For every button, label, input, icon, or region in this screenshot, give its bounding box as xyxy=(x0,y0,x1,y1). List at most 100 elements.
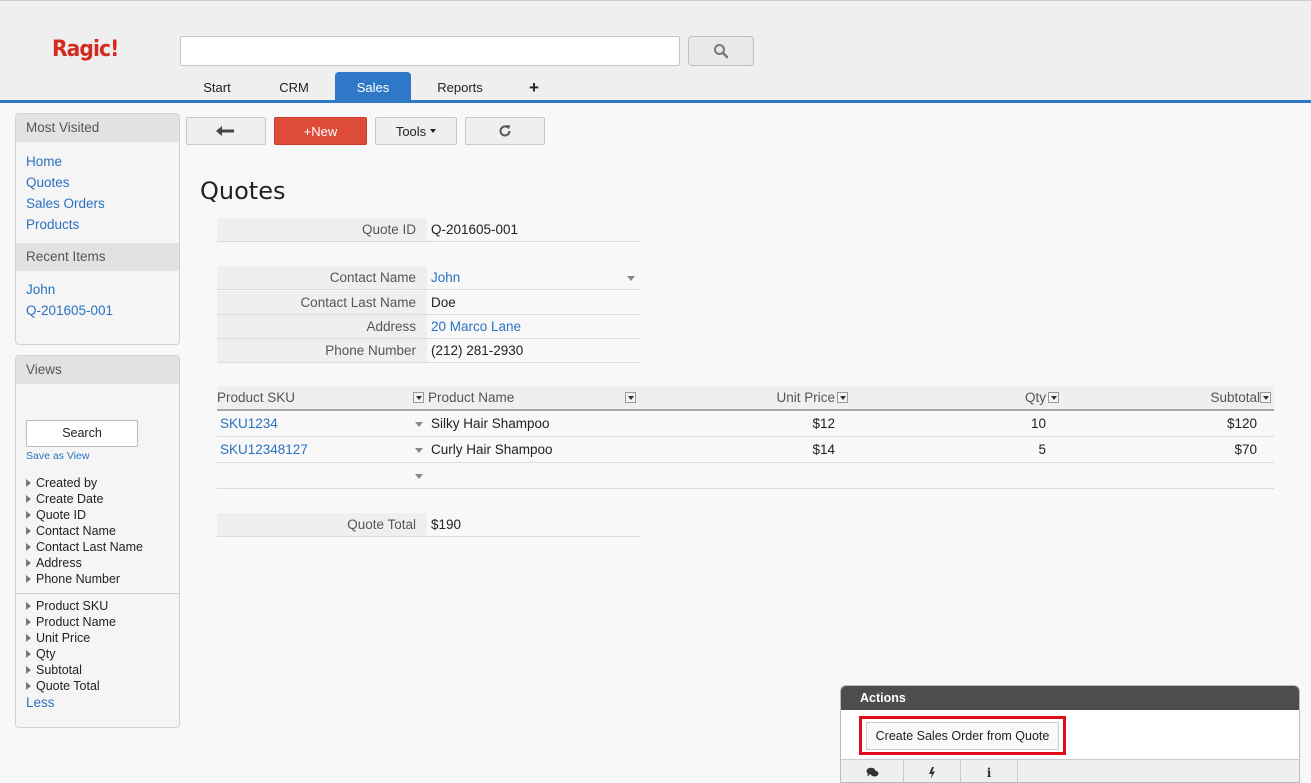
header: Ragic! Start CRM Sales Reports + xyxy=(0,0,1311,103)
save-as-view-link[interactable]: Save as View xyxy=(26,450,89,462)
create-sales-order-highlight: Create Sales Order from Quote xyxy=(859,716,1066,755)
view-field-item[interactable]: Unit Price xyxy=(16,630,179,646)
filter-icon[interactable] xyxy=(1048,392,1059,403)
tab-start[interactable]: Start xyxy=(187,72,247,103)
subtotal-cell[interactable]: $70 xyxy=(1234,442,1257,457)
info-icon: i xyxy=(986,765,992,780)
phone-number-value[interactable]: (212) 281-2930 xyxy=(431,339,523,362)
refresh-icon xyxy=(499,125,511,137)
sidebar-link-products[interactable]: Products xyxy=(16,214,179,235)
view-field-item[interactable]: Quote Total xyxy=(16,678,179,694)
qty-cell[interactable]: 5 xyxy=(1038,442,1046,457)
recent-items-heading: Recent Items xyxy=(16,243,179,271)
product-subtable: Product SKU Product Name Unit Price Qty … xyxy=(217,386,1274,489)
contact-last-name-row: Contact Last Name Doe xyxy=(217,291,640,315)
view-field-item[interactable]: Product SKU xyxy=(16,598,179,614)
unit-price-cell[interactable]: $14 xyxy=(812,442,835,457)
add-tab-button[interactable]: + xyxy=(520,72,548,103)
search-input[interactable] xyxy=(180,36,680,66)
contact-name-row: Contact Name John xyxy=(217,266,640,290)
contact-name-dropdown-icon[interactable] xyxy=(627,276,635,281)
tab-crm[interactable]: CRM xyxy=(264,72,324,103)
caret-down-icon xyxy=(430,129,437,133)
sku-cell[interactable]: SKU1234 xyxy=(220,416,278,431)
col-header-sku: Product SKU xyxy=(217,390,296,405)
view-field-item[interactable]: Quote ID xyxy=(16,507,179,523)
views-heading: Views xyxy=(16,356,179,384)
subtotal-cell[interactable]: $120 xyxy=(1227,416,1257,431)
quote-id-row: Quote ID Q-201605-001 xyxy=(217,218,640,242)
qty-cell[interactable]: 10 xyxy=(1031,416,1046,431)
back-button[interactable] xyxy=(186,117,266,145)
product-name-cell[interactable]: Curly Hair Shampoo xyxy=(431,442,553,457)
info-button[interactable]: i xyxy=(961,760,1018,782)
quote-total-row: Quote Total $190 xyxy=(217,513,640,537)
view-field-item[interactable]: Phone Number xyxy=(16,571,179,587)
sidebar-views-panel: Views Search Save as View Created by Cre… xyxy=(15,355,180,728)
view-fields-group-1: Created by Create Date Quote ID Contact … xyxy=(16,475,179,587)
comments-button[interactable] xyxy=(841,760,904,782)
page-title: Quotes xyxy=(200,177,286,205)
back-arrow-icon xyxy=(216,126,234,136)
contact-name-value[interactable]: John xyxy=(431,266,460,289)
view-field-item[interactable]: Contact Last Name xyxy=(16,539,179,555)
filter-icon[interactable] xyxy=(1260,392,1271,403)
actions-bolt-button[interactable] xyxy=(904,760,961,782)
subtable-header: Product SKU Product Name Unit Price Qty … xyxy=(217,386,1274,411)
address-label: Address xyxy=(217,315,427,338)
product-name-cell[interactable]: Silky Hair Shampoo xyxy=(431,416,550,431)
sku-dropdown-icon[interactable] xyxy=(415,474,423,479)
filter-icon[interactable] xyxy=(837,392,848,403)
table-row-empty xyxy=(217,463,1274,489)
unit-price-cell[interactable]: $12 xyxy=(812,416,835,431)
quote-total-value: $190 xyxy=(431,517,462,532)
view-fields-divider xyxy=(16,593,179,594)
refresh-button[interactable] xyxy=(465,117,545,145)
view-field-item[interactable]: Subtotal xyxy=(16,662,179,678)
phone-number-label: Phone Number xyxy=(217,339,427,362)
most-visited-heading: Most Visited xyxy=(16,114,179,142)
table-row: SKU12348127 Curly Hair Shampoo $14 5 $70 xyxy=(217,437,1274,463)
actions-heading: Actions xyxy=(841,686,1299,710)
views-search-button[interactable]: Search xyxy=(26,420,138,447)
sidebar-link-quotes[interactable]: Quotes xyxy=(16,172,179,193)
tab-reports[interactable]: Reports xyxy=(425,72,495,103)
sku-dropdown-icon[interactable] xyxy=(415,422,423,427)
tab-sales[interactable]: Sales xyxy=(335,72,411,103)
search-button[interactable] xyxy=(688,36,754,66)
quote-total-label: Quote Total xyxy=(217,513,427,536)
actions-footer: i xyxy=(841,759,1299,782)
col-header-product-name: Product Name xyxy=(428,390,515,405)
sidebar-link-home[interactable]: Home xyxy=(16,151,179,172)
new-record-button[interactable]: +New xyxy=(274,117,367,145)
view-field-item[interactable]: Product Name xyxy=(16,614,179,630)
sidebar-most-visited-panel: Most Visited Home Quotes Sales Orders Pr… xyxy=(15,113,180,345)
sku-cell[interactable]: SKU12348127 xyxy=(220,442,308,457)
tools-dropdown-button[interactable]: Tools xyxy=(375,117,457,145)
sku-dropdown-icon[interactable] xyxy=(415,448,423,453)
actions-panel: Actions Create Sales Order from Quote i xyxy=(840,685,1300,783)
quote-id-label: Quote ID xyxy=(217,218,427,241)
address-value[interactable]: 20 Marco Lane xyxy=(431,315,521,338)
search-icon xyxy=(714,44,729,59)
view-field-item[interactable]: Contact Name xyxy=(16,523,179,539)
view-fields-group-2: Product SKU Product Name Unit Price Qty … xyxy=(16,598,179,694)
view-field-item[interactable]: Address xyxy=(16,555,179,571)
filter-icon[interactable] xyxy=(413,392,424,403)
view-field-item[interactable]: Qty xyxy=(16,646,179,662)
contact-last-name-value[interactable]: Doe xyxy=(431,291,456,314)
col-header-unit-price: Unit Price xyxy=(776,390,835,405)
less-link[interactable]: Less xyxy=(26,695,55,710)
sidebar-link-sales-orders[interactable]: Sales Orders xyxy=(16,193,179,214)
address-row: Address 20 Marco Lane xyxy=(217,315,640,339)
contact-last-name-label: Contact Last Name xyxy=(217,291,427,314)
recent-item-john[interactable]: John xyxy=(16,279,179,300)
recent-item-quote[interactable]: Q-201605-001 xyxy=(16,300,179,321)
logo[interactable]: Ragic! xyxy=(52,37,119,62)
create-sales-order-button[interactable]: Create Sales Order from Quote xyxy=(865,721,1060,750)
quote-id-value[interactable]: Q-201605-001 xyxy=(431,218,518,241)
col-header-qty: Qty xyxy=(1024,390,1046,405)
view-field-item[interactable]: Created by xyxy=(16,475,179,491)
view-field-item[interactable]: Create Date xyxy=(16,491,179,507)
filter-icon[interactable] xyxy=(625,392,636,403)
